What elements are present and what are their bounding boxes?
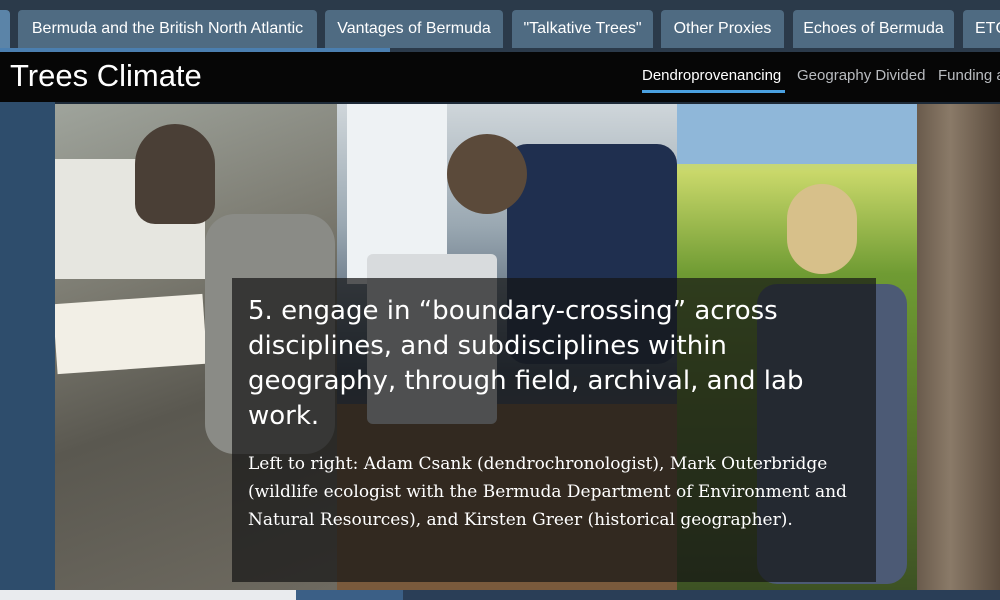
sea-background (677, 104, 917, 164)
tab-etc[interactable]: ETC (963, 10, 1000, 48)
tab-talkative-trees[interactable]: "Talkative Trees" (512, 10, 653, 48)
tab-other-proxies[interactable]: Other Proxies (661, 10, 784, 48)
bottom-segment-2 (296, 590, 403, 600)
tab-partial[interactable] (0, 10, 10, 48)
tab-vantages-of-bermuda[interactable]: Vantages of Bermuda (325, 10, 503, 48)
slide-caption-overlay: 5. engage in “boundary-crossing” across … (232, 278, 876, 582)
bottom-segment-3 (403, 590, 1000, 600)
nav-geography-divided[interactable]: Geography Divided (797, 67, 925, 84)
bottom-segment-1 (0, 590, 296, 600)
nav-funding[interactable]: Funding a (938, 67, 1000, 84)
slide-heading: 5. engage in “boundary-crossing” across … (248, 296, 804, 431)
tab-echoes-of-bermuda[interactable]: Echoes of Bermuda (793, 10, 954, 48)
nav-active-underline (642, 90, 785, 93)
tab-strip: Bermuda and the British North Atlantic V… (0, 0, 1000, 52)
site-header: Trees Climate Dendroprovenancing Geograp… (0, 52, 1000, 102)
open-ledger (55, 293, 208, 375)
researcher-head (135, 124, 215, 224)
left-margin-strip (0, 102, 55, 600)
tab-bermuda-british-north-atlantic[interactable]: Bermuda and the British North Atlantic (18, 10, 317, 48)
bottom-strip (0, 590, 1000, 600)
site-title[interactable]: Trees Climate (10, 58, 202, 94)
ecologist-head (447, 134, 527, 214)
slide-caption: Left to right: Adam Csank (dendrochronol… (248, 454, 847, 530)
nav-dendroprovenancing[interactable]: Dendroprovenancing (642, 67, 781, 84)
photo-tree-trunk (917, 104, 1000, 590)
geographer-head (787, 184, 857, 274)
